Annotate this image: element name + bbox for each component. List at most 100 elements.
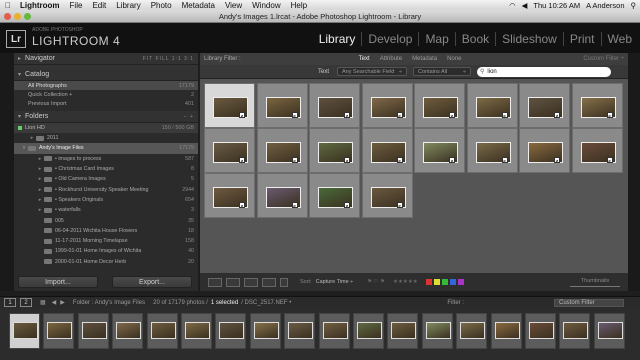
filmstrip-thumbnail-cell[interactable] <box>353 313 384 349</box>
lion-photo-thumbnail[interactable] <box>460 322 486 339</box>
grid-thumbnail-cell[interactable]: ⌀ <box>466 83 518 128</box>
menu-window[interactable]: Window <box>248 1 286 10</box>
add-remove-folder-buttons[interactable]: − + <box>184 114 194 120</box>
menu-view[interactable]: View <box>221 1 248 10</box>
rating-stars[interactable]: ★★★★★ <box>393 279 418 285</box>
disclosure-triangle-icon[interactable]: ▾ <box>20 145 28 151</box>
grid-view-icon[interactable] <box>208 277 222 287</box>
filmstrip-thumbnail-cell[interactable] <box>490 313 522 349</box>
apple-icon[interactable]:  <box>0 1 16 10</box>
filmstrip-thumbnail-cell[interactable] <box>387 313 419 349</box>
menu-help[interactable]: Help <box>287 1 313 10</box>
module-map[interactable]: Map <box>419 32 456 46</box>
clock[interactable]: Thu 10:26 AM <box>533 1 580 10</box>
lion-photo-thumbnail[interactable] <box>116 322 142 339</box>
lion-photo-thumbnail[interactable] <box>185 322 210 339</box>
filmstrip-thumbnail-cell[interactable] <box>421 313 453 349</box>
grid-thumbnail-cell[interactable]: ⌀ <box>309 173 360 218</box>
grid-thumbnail-cell[interactable]: ⌀ <box>204 173 255 218</box>
metadata-badge-icon[interactable]: ⌀ <box>344 202 350 208</box>
grid-thumbnail-cell[interactable]: ⌀ <box>256 173 308 218</box>
grid-thumbnail-cell[interactable]: ⌀ <box>309 83 360 128</box>
navigator-zoom-options[interactable]: FIT FILL 1:1 3:1 <box>143 56 194 62</box>
menu-metadata[interactable]: Metadata <box>178 1 221 10</box>
metadata-badge-icon[interactable]: ⌀ <box>291 112 298 118</box>
label-purple-icon[interactable] <box>457 279 464 285</box>
folder-item[interactable]: 1999-01-01 Home Images of Wichita 40 <box>14 246 198 256</box>
lion-photo-thumbnail[interactable] <box>322 322 348 339</box>
grid-thumbnail-cell[interactable]: ⌀ <box>414 128 465 173</box>
filmstrip-thumbnail-cell[interactable] <box>525 313 556 349</box>
search-input[interactable]: ⚲ lion <box>477 66 612 77</box>
grid-thumbnail-cell[interactable]: ⌀ <box>466 128 518 173</box>
metadata-badge-icon[interactable]: ⌀ <box>291 157 298 163</box>
metadata-badge-icon[interactable]: ⌀ <box>501 112 508 118</box>
minimize-button[interactable] <box>14 13 21 20</box>
second-window-button[interactable]: 2 <box>20 298 32 307</box>
label-red-icon[interactable] <box>425 279 432 285</box>
module-web[interactable]: Web <box>602 32 638 46</box>
label-blue-icon[interactable] <box>449 279 456 285</box>
folder-item[interactable]: 005 35 <box>14 215 198 225</box>
catalog-header[interactable]: ▾ Catalog <box>14 69 198 81</box>
disclosure-triangle-icon[interactable]: ▸ <box>28 135 36 141</box>
filmstrip-thumbnail-cell[interactable] <box>146 313 178 349</box>
disclosure-triangle-icon[interactable]: ▸ <box>36 207 44 213</box>
grid-thumbnail-cell[interactable]: ⌀ <box>414 83 465 128</box>
metadata-badge-icon[interactable]: ⌀ <box>554 157 560 163</box>
filmstrip-thumbnail-cell[interactable] <box>112 313 144 349</box>
folders-header[interactable]: ▾ Folders − + <box>14 111 198 123</box>
label-yellow-icon[interactable] <box>433 279 440 285</box>
filmstrip-thumbnail-cell[interactable] <box>456 313 488 349</box>
menu-file[interactable]: File <box>66 1 89 10</box>
filmstrip-filter-dropdown[interactable]: Custom Filter <box>554 298 624 307</box>
filmstrip-thumbnail-cell[interactable] <box>43 313 75 349</box>
slider-track[interactable] <box>570 285 620 287</box>
compare-view-icon[interactable] <box>244 277 258 287</box>
filmstrip-source[interactable]: Folder : Andy's Image Files <box>73 300 145 306</box>
disclosure-triangle-icon[interactable]: ▸ <box>36 197 44 203</box>
menu-photo[interactable]: Photo <box>147 1 178 10</box>
folder-item[interactable]: ▸ • Speakers Originals 654 <box>14 195 198 205</box>
module-library[interactable]: Library <box>313 32 363 46</box>
flag-icons[interactable]: ⚑ ⚐ ⚑ <box>367 279 385 285</box>
lion-photo-thumbnail[interactable] <box>563 322 589 339</box>
metadata-badge-icon[interactable]: ⌀ <box>449 157 455 163</box>
wifi-icon[interactable]: ◠ <box>509 1 516 10</box>
metadata-badge-icon[interactable]: ⌀ <box>396 202 403 208</box>
module-print[interactable]: Print <box>564 32 602 46</box>
label-green-icon[interactable] <box>441 279 448 285</box>
metadata-badge-icon[interactable]: ⌀ <box>449 112 455 118</box>
metadata-badge-icon[interactable]: ⌀ <box>239 202 245 208</box>
back-arrow-icon[interactable]: ◀ <box>52 299 57 306</box>
filter-tab-none[interactable]: None <box>447 56 461 62</box>
filter-preset-dropdown[interactable]: Custom Filter ÷ <box>583 56 628 62</box>
search-rule-dropdown[interactable]: Contains All ÷ <box>413 67 472 76</box>
lion-photo-thumbnail[interactable] <box>13 322 38 339</box>
filmstrip-thumbnail-cell[interactable] <box>215 313 247 349</box>
lion-photo-thumbnail[interactable] <box>150 322 176 339</box>
volume-row[interactable]: Lion HD 150 / 500 GB <box>14 123 198 133</box>
grid-thumbnail-cell[interactable]: ⌀ <box>256 83 308 128</box>
import-button[interactable]: Import... <box>18 276 98 288</box>
grid-thumbnail-cell[interactable]: ⌀ <box>571 83 623 128</box>
lion-photo-thumbnail[interactable] <box>47 322 73 339</box>
module-book[interactable]: Book <box>456 32 497 46</box>
grid-thumbnail-cell[interactable]: ⌀ <box>519 83 570 128</box>
filter-tab-attribute[interactable]: Attribute <box>380 56 402 62</box>
grid-icon[interactable]: ▦ <box>40 299 46 306</box>
painter-icon[interactable] <box>280 277 288 287</box>
menu-edit[interactable]: Edit <box>88 1 112 10</box>
lion-photo-thumbnail[interactable] <box>494 322 520 339</box>
metadata-badge-icon[interactable]: ⌀ <box>606 112 613 118</box>
lion-photo-thumbnail[interactable] <box>597 322 623 339</box>
lion-photo-thumbnail[interactable] <box>425 322 451 339</box>
module-slideshow[interactable]: Slideshow <box>496 32 564 46</box>
lion-photo-thumbnail[interactable] <box>81 322 107 339</box>
filter-tab-metadata[interactable]: Metadata <box>412 56 437 62</box>
filmstrip-thumbnail-cell[interactable] <box>181 313 212 349</box>
grid-thumbnail-cell[interactable]: ⌀ <box>309 128 360 173</box>
grid-thumbnail-cell[interactable]: ⌀ <box>571 128 623 173</box>
folder-item[interactable]: ▾ Andy's Image Files 17179 <box>14 143 198 154</box>
folder-item[interactable]: ▸ • images to process 587 <box>14 154 198 164</box>
